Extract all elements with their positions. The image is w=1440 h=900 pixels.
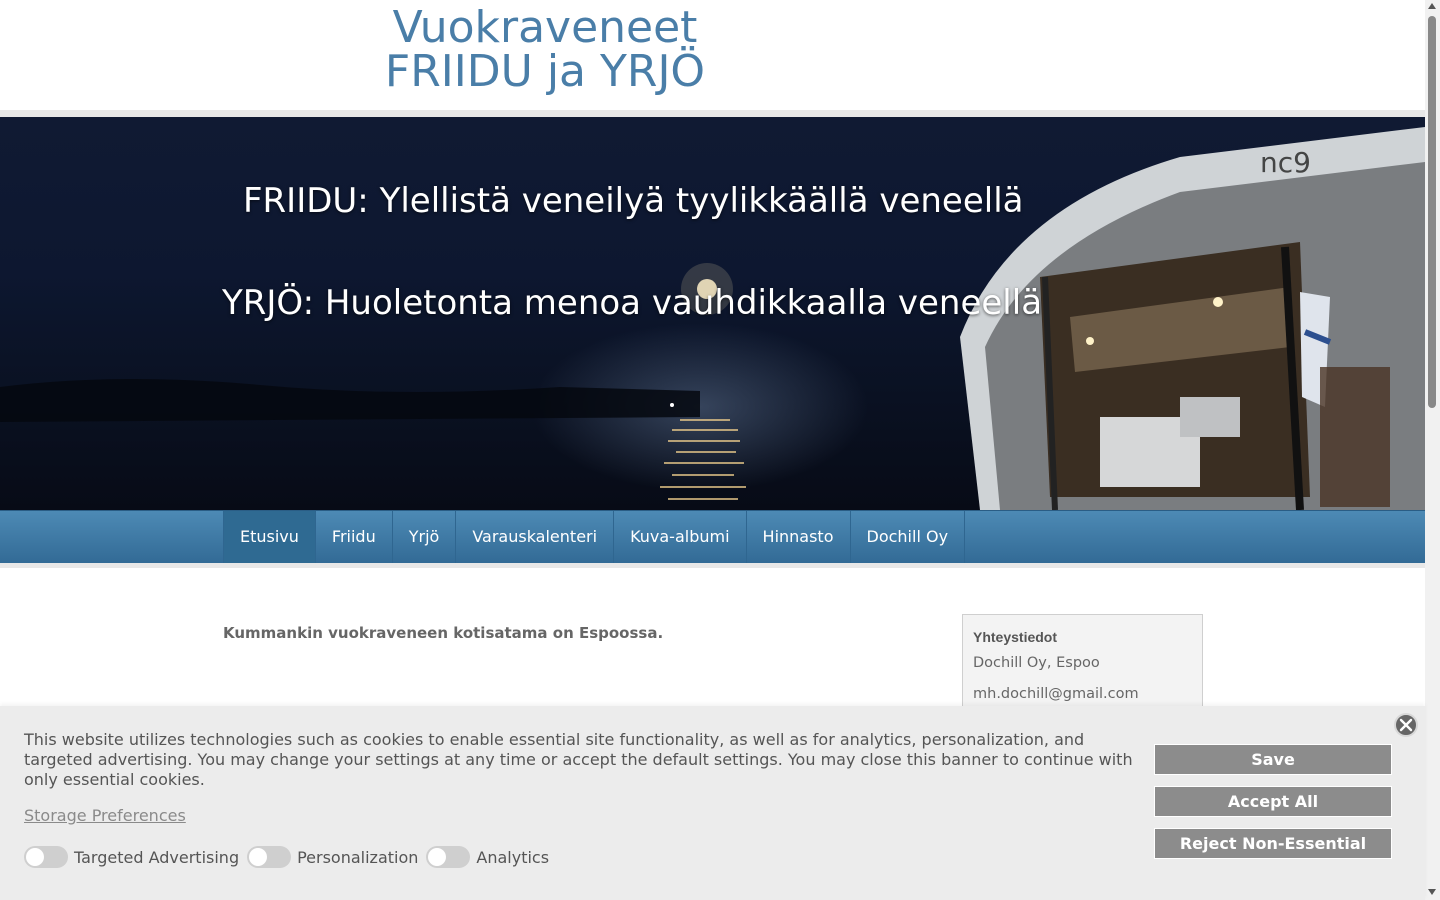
- intro-text: Kummankin vuokraveneen kotisatama on Esp…: [223, 624, 664, 642]
- hero-banner: nc9 FRIIDU: Ylellistä veneilyä tyylikkää…: [0, 117, 1425, 510]
- nav-item-etusivu[interactable]: Etusivu: [223, 511, 316, 564]
- close-banner-icon[interactable]: [1394, 713, 1418, 737]
- hero-heading-friidu: FRIIDU: Ylellistä veneilyä tyylikkäällä …: [243, 181, 1024, 221]
- cookie-banner-text: This website utilizes technologies such …: [24, 730, 1133, 789]
- contact-email[interactable]: mh.dochill@gmail.com: [973, 686, 1139, 702]
- header-divider: [0, 110, 1425, 117]
- toggle-personalization[interactable]: Personalization: [247, 846, 418, 868]
- cookie-toggles: Targeted Advertising Personalization Ana…: [24, 846, 557, 868]
- site-title-line2: FRIIDU ja YRJÖ: [384, 46, 706, 97]
- toggle-label: Targeted Advertising: [74, 847, 240, 867]
- page-scrollbar[interactable]: [1425, 0, 1440, 900]
- accept-all-button[interactable]: Accept All: [1154, 786, 1392, 817]
- nav-item-yrjo[interactable]: Yrjö: [393, 511, 457, 564]
- scroll-down-icon[interactable]: [1428, 889, 1436, 895]
- toggle-analytics[interactable]: Analytics: [426, 846, 549, 868]
- contact-title: Yhteystiedot: [973, 629, 1058, 645]
- main-nav: Etusivu Friidu Yrjö Varauskalenteri Kuva…: [0, 510, 1425, 564]
- toggle-label: Analytics: [476, 847, 550, 867]
- switch-knob: [428, 848, 447, 866]
- site-title-line1: Vuokraveneet: [392, 2, 698, 53]
- svg-text:nc9: nc9: [1260, 146, 1311, 179]
- nav-divider: [0, 563, 1425, 568]
- storage-preferences-link[interactable]: Storage Preferences: [24, 806, 186, 825]
- scroll-thumb[interactable]: [1428, 16, 1436, 408]
- site-title[interactable]: Vuokraveneet FRIIDU ja YRJÖ: [330, 6, 760, 94]
- nav-item-hinnasto[interactable]: Hinnasto: [747, 511, 851, 564]
- cookie-banner: This website utilizes technologies such …: [0, 706, 1425, 900]
- hero-heading-yrjo: YRJÖ: Huoletonta menoa vauhdikkaalla ven…: [222, 283, 1043, 323]
- switch-knob: [26, 848, 44, 866]
- site-header: Vuokraveneet FRIIDU ja YRJÖ: [0, 0, 1425, 110]
- switch-knob: [249, 848, 268, 866]
- nav-item-friidu[interactable]: Friidu: [316, 511, 393, 564]
- nav-item-dochill-oy[interactable]: Dochill Oy: [851, 511, 966, 564]
- nav-item-varauskalenteri[interactable]: Varauskalenteri: [456, 511, 615, 564]
- save-button[interactable]: Save: [1154, 744, 1392, 775]
- toggle-label: Personalization: [297, 847, 419, 867]
- targeted-advertising-switch[interactable]: [24, 846, 68, 868]
- nav-item-kuva-albumi[interactable]: Kuva-albumi: [614, 511, 747, 564]
- analytics-switch[interactable]: [426, 846, 471, 868]
- reject-non-essential-button[interactable]: Reject Non-Essential: [1154, 828, 1392, 859]
- close-x-glyph: [1399, 718, 1413, 732]
- personalization-switch[interactable]: [247, 846, 292, 868]
- nav-items: Etusivu Friidu Yrjö Varauskalenteri Kuva…: [223, 511, 966, 564]
- scroll-up-icon[interactable]: [1428, 3, 1436, 9]
- contact-company: Dochill Oy, Espoo: [973, 655, 1100, 671]
- toggle-targeted-advertising[interactable]: Targeted Advertising: [24, 846, 239, 868]
